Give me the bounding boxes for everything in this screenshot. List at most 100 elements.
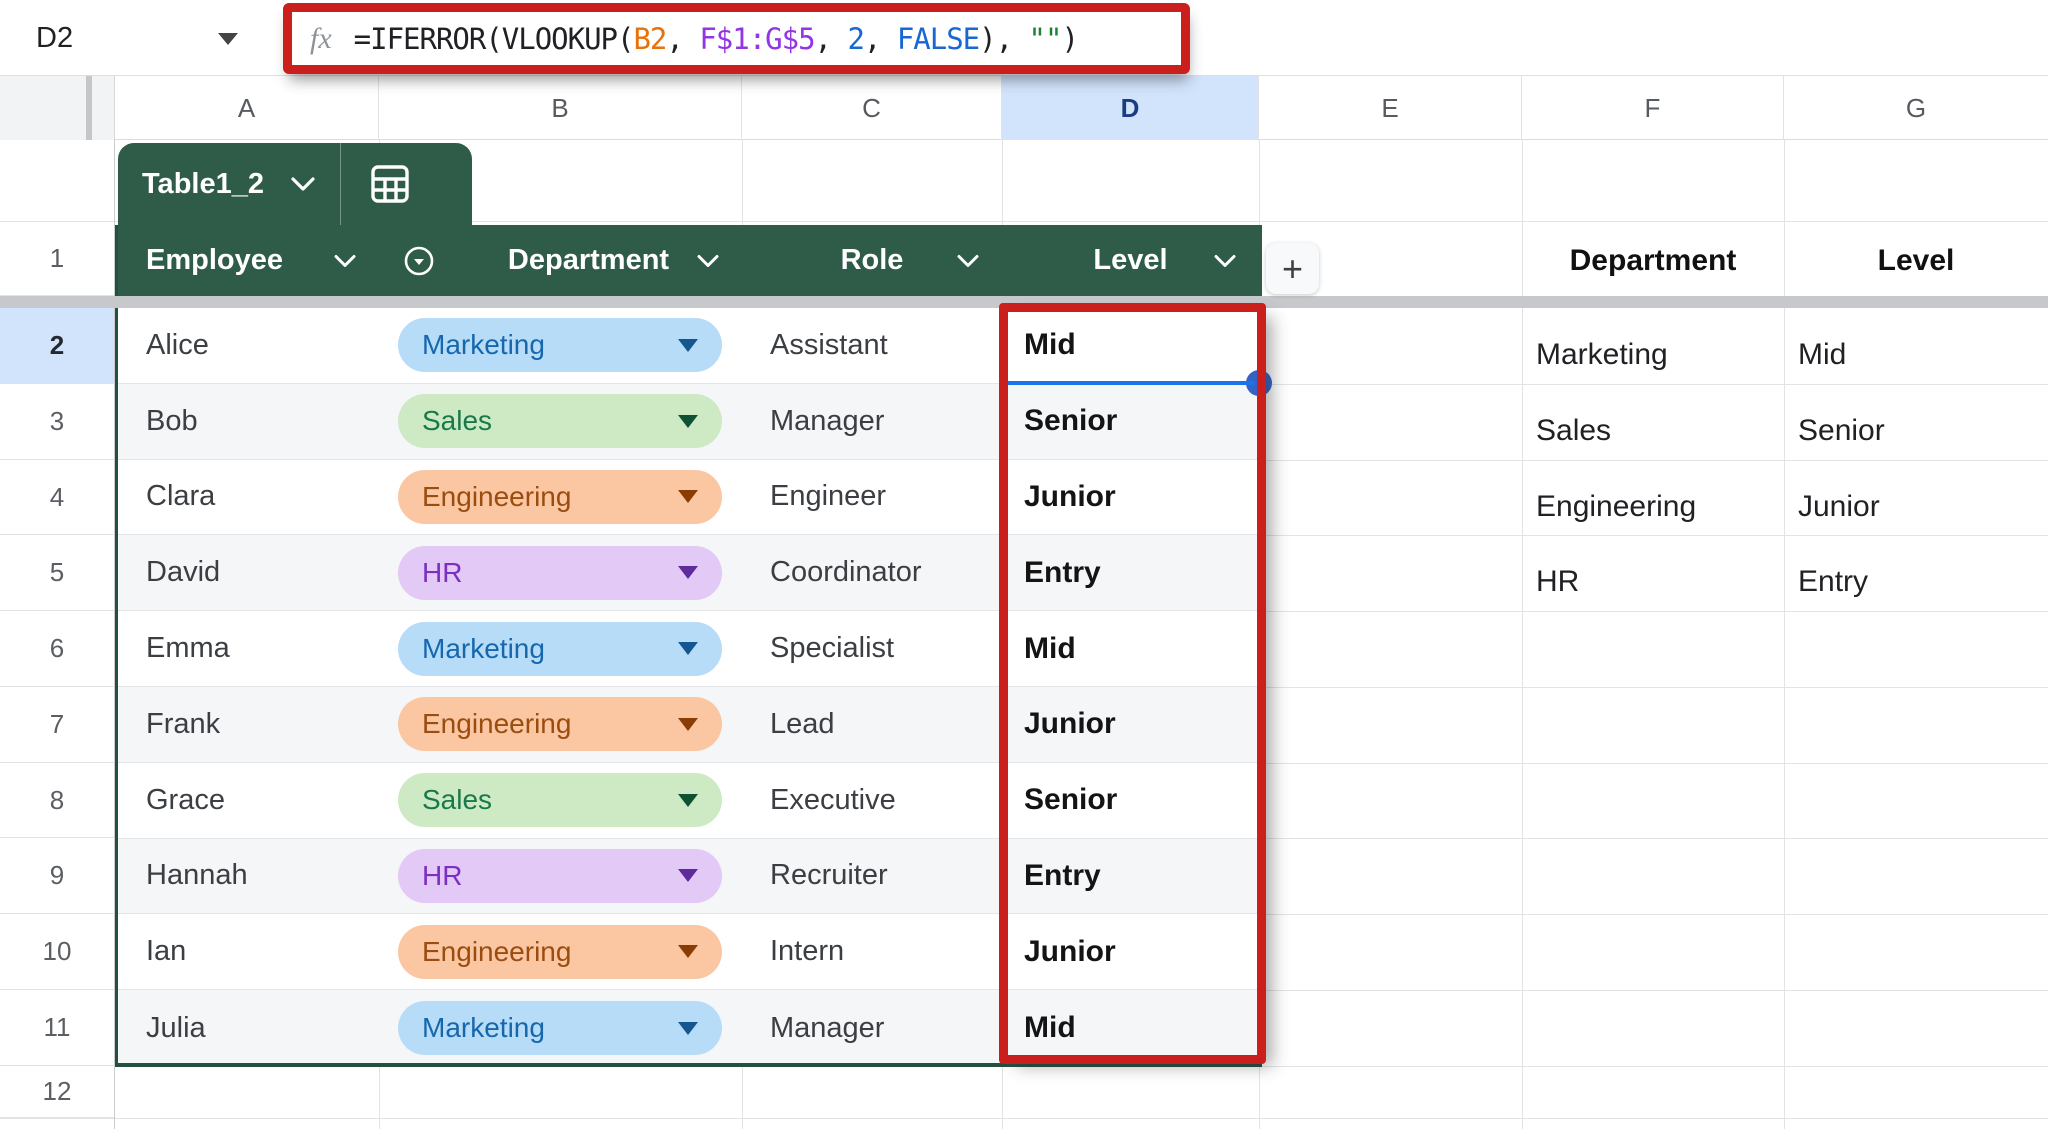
department-cell[interactable]: HR [379, 535, 742, 610]
cell-G2[interactable]: Mid [1784, 308, 2048, 384]
lookup-header-level[interactable]: Level [1784, 225, 2048, 296]
row-header-7[interactable]: 7 [0, 687, 114, 763]
column-header-E[interactable]: E [1259, 76, 1522, 140]
department-chip[interactable]: Engineering [398, 469, 722, 524]
lookup-header-department[interactable]: Department [1522, 225, 1784, 296]
role-cell[interactable]: Recruiter [742, 839, 1002, 914]
chip-dropdown-icon [678, 642, 698, 656]
formula-text[interactable]: =IFERROR(VLOOKUP(B2, F$1:G$5, 2, FALSE),… [354, 22, 1079, 56]
name-box-dropdown-icon[interactable] [218, 33, 238, 45]
role-cell[interactable]: Specialist [742, 611, 1002, 686]
cell-F4[interactable]: Engineering [1522, 460, 1784, 536]
row-header-12[interactable]: 12 [0, 1066, 114, 1118]
department-chip[interactable]: Engineering [398, 697, 722, 752]
chip-dropdown-icon [678, 945, 698, 959]
role-cell[interactable]: Manager [742, 384, 1002, 459]
cell-G3[interactable]: Senior [1784, 384, 2048, 460]
table-column-header-role[interactable]: Role [742, 225, 1002, 296]
row-header-5[interactable]: 5 [0, 535, 114, 611]
plus-icon: + [1281, 247, 1304, 289]
department-cell[interactable]: Marketing [379, 990, 742, 1066]
chevron-down-icon[interactable] [696, 253, 720, 268]
row-header-8[interactable]: 8 [0, 763, 114, 838]
employee-cell[interactable]: Hannah [118, 839, 379, 914]
tab-divider [339, 143, 341, 225]
row-header-1[interactable]: 1 [0, 222, 114, 296]
row-header-11[interactable]: 11 [0, 990, 114, 1066]
row-header-6[interactable]: 6 [0, 611, 114, 687]
cell-F3[interactable]: Sales [1522, 384, 1784, 460]
row-header-9[interactable]: 9 [0, 838, 114, 914]
role-cell[interactable]: Executive [742, 763, 1002, 838]
formula-annotation-box: fx =IFERROR(VLOOKUP(B2, F$1:G$5, 2, FALS… [283, 3, 1190, 74]
chevron-down-icon[interactable] [1213, 253, 1237, 268]
select-all-corner[interactable] [0, 76, 115, 140]
department-chip[interactable]: Sales [398, 773, 722, 828]
column-header-A[interactable]: A [115, 76, 379, 140]
column-header-G[interactable]: G [1784, 76, 2048, 140]
formula-bar: D2 fx =IFERROR(VLOOKUP(B2, F$1:G$5, 2, F… [0, 0, 2048, 76]
chip-dropdown-icon [678, 793, 698, 807]
chevron-down-icon[interactable] [290, 176, 316, 192]
column-header-strip: A B C D E F G [0, 76, 2048, 140]
table-name-tab[interactable]: Table1_2 [118, 143, 472, 225]
chip-dropdown-icon [678, 717, 698, 731]
table-grid-icon[interactable] [369, 163, 411, 205]
employee-cell[interactable]: Ian [118, 914, 379, 989]
department-chip[interactable]: HR [398, 545, 722, 600]
chevron-down-icon[interactable] [333, 253, 357, 268]
employee-cell[interactable]: Alice [118, 308, 379, 383]
department-chip[interactable]: Engineering [398, 924, 722, 979]
cell-F5[interactable]: HR [1522, 535, 1784, 611]
employee-cell[interactable]: Grace [118, 763, 379, 838]
department-cell[interactable]: Marketing [379, 308, 742, 383]
row-header-3[interactable]: 3 [0, 384, 114, 460]
row-header-4[interactable]: 4 [0, 460, 114, 535]
chip-dropdown-icon [678, 869, 698, 883]
employee-cell[interactable]: Clara [118, 460, 379, 535]
employee-cell[interactable]: Julia [118, 990, 379, 1066]
department-chip[interactable]: Marketing [398, 621, 722, 676]
name-box[interactable]: D2 [36, 0, 73, 76]
chevron-down-icon[interactable] [956, 253, 980, 268]
employee-cell[interactable]: Frank [118, 687, 379, 762]
department-chip[interactable]: Marketing [398, 1001, 722, 1056]
department-chip[interactable]: Sales [398, 394, 722, 449]
table-name: Table1_2 [142, 167, 264, 200]
department-cell[interactable]: Engineering [379, 914, 742, 989]
cell-G5[interactable]: Entry [1784, 535, 2048, 611]
employee-cell[interactable]: David [118, 535, 379, 610]
department-cell[interactable]: Engineering [379, 687, 742, 762]
employee-cell[interactable]: Emma [118, 611, 379, 686]
role-cell[interactable]: Intern [742, 914, 1002, 989]
fx-icon: fx [310, 21, 332, 55]
row-header-2[interactable]: 2 [0, 308, 114, 384]
chip-dropdown-icon [678, 338, 698, 352]
department-chip[interactable]: Marketing [398, 318, 722, 373]
table-column-header-employee[interactable]: Employee [118, 225, 379, 296]
spreadsheet-app: 1 2 3 4 5 6 7 8 9 10 11 12 Department Le… [0, 0, 2048, 1129]
role-cell[interactable]: Engineer [742, 460, 1002, 535]
table-column-header-department[interactable]: Department [379, 225, 742, 296]
department-cell[interactable]: Sales [379, 384, 742, 459]
column-header-B[interactable]: B [379, 76, 742, 140]
role-cell[interactable]: Assistant [742, 308, 1002, 383]
department-cell[interactable]: Marketing [379, 611, 742, 686]
department-chip[interactable]: HR [398, 848, 722, 903]
cell-G4[interactable]: Junior [1784, 460, 2048, 536]
column-header-F[interactable]: F [1522, 76, 1784, 140]
role-cell[interactable]: Coordinator [742, 535, 1002, 610]
department-cell[interactable]: Sales [379, 763, 742, 838]
table-column-header-level[interactable]: Level [1002, 225, 1259, 296]
cell-F2[interactable]: Marketing [1522, 308, 1784, 384]
column-header-D[interactable]: D [1002, 76, 1259, 140]
employee-cell[interactable]: Bob [118, 384, 379, 459]
department-cell[interactable]: Engineering [379, 460, 742, 535]
dropdown-chip-icon [403, 245, 435, 277]
role-cell[interactable]: Manager [742, 990, 1002, 1066]
column-header-C[interactable]: C [742, 76, 1002, 140]
role-cell[interactable]: Lead [742, 687, 1002, 762]
add-column-button[interactable]: + [1266, 243, 1319, 294]
row-header-10[interactable]: 10 [0, 914, 114, 990]
department-cell[interactable]: HR [379, 839, 742, 914]
